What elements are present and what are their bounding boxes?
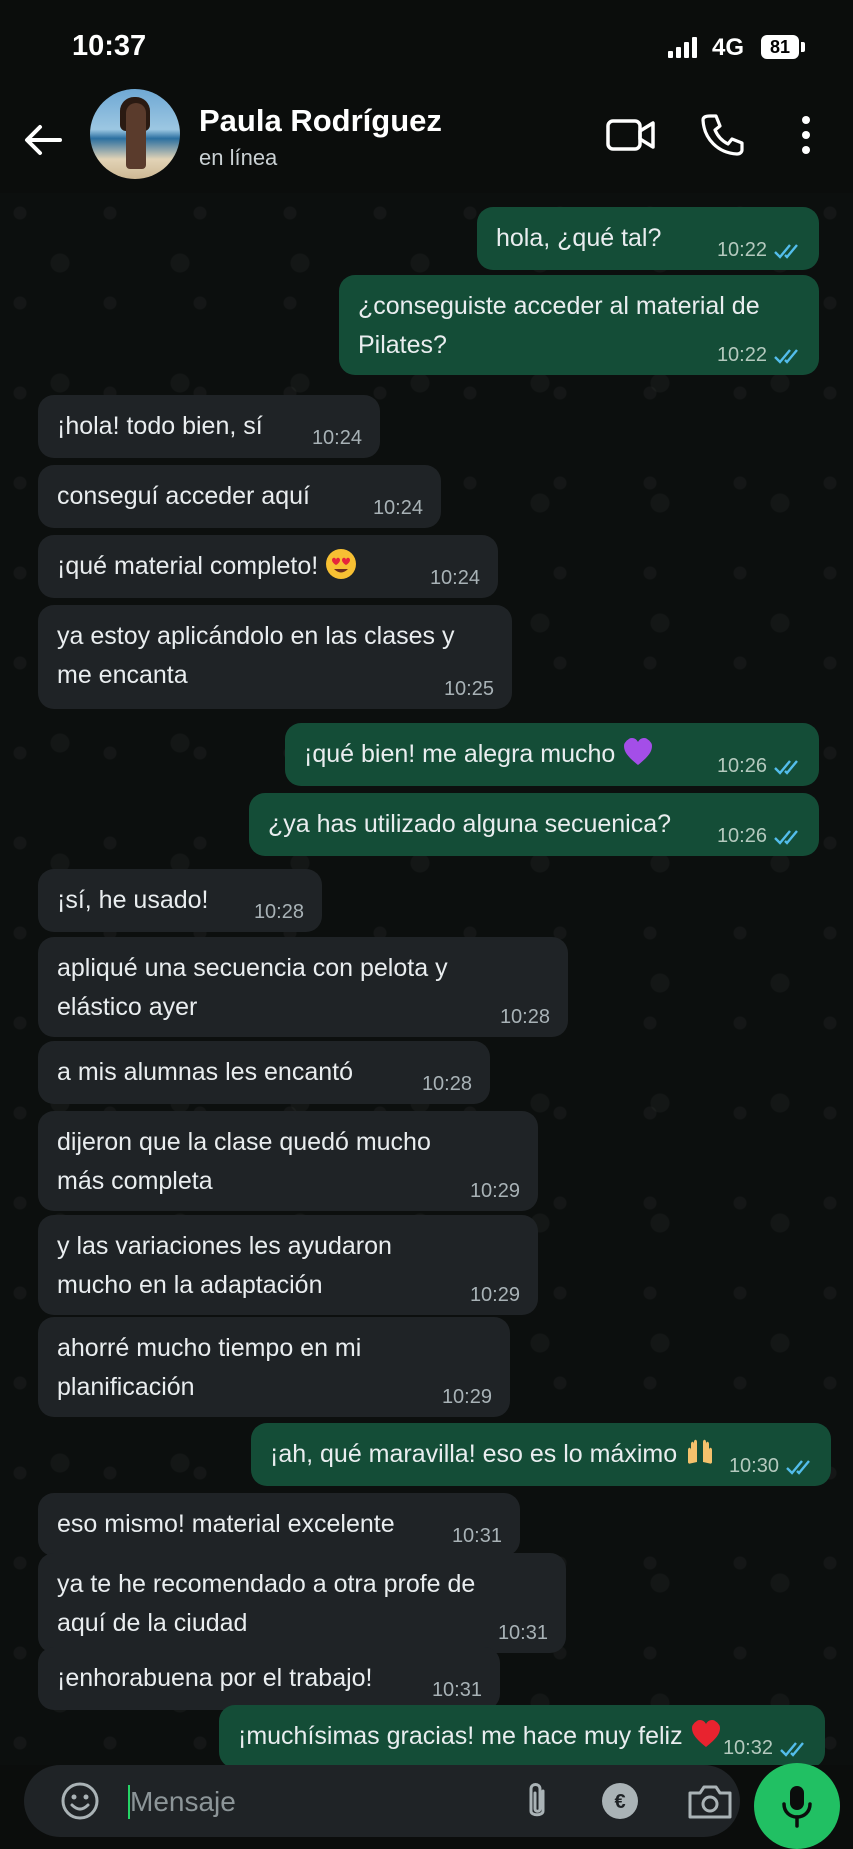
message-time: 10:22 xyxy=(716,239,767,261)
message-time: 10:29 xyxy=(441,1386,492,1408)
message-incoming[interactable]: ya estoy aplicándolo en las clases y me … xyxy=(38,605,512,709)
message-time: 10:29 xyxy=(469,1180,520,1202)
message-text: ahorré mucho tiempo en mi planificación xyxy=(57,1334,362,1401)
status-bar: 10:37 4G 81 xyxy=(0,0,853,95)
read-ticks-icon xyxy=(774,760,798,775)
avatar-figure xyxy=(126,103,146,169)
input-pill[interactable]: € xyxy=(24,1765,740,1837)
message-time: 10:22 xyxy=(716,344,767,366)
message-incoming[interactable]: a mis alumnas les encantó 10:28 xyxy=(38,1041,490,1104)
message-text: ¿conseguiste acceder al material de Pila… xyxy=(358,292,760,359)
back-arrow-icon[interactable] xyxy=(20,117,66,163)
read-ticks-icon xyxy=(786,1460,810,1475)
contact-name[interactable]: Paula Rodríguez xyxy=(199,103,442,139)
message-incoming[interactable]: ¡qué material completo! 10:24 xyxy=(38,535,498,598)
message-incoming[interactable]: conseguí acceder aquí 10:24 xyxy=(38,465,441,528)
message-incoming[interactable]: ¡enhorabuena por el trabajo! 10:31 xyxy=(38,1647,500,1710)
message-incoming[interactable]: dijeron que la clase quedó mucho más com… xyxy=(38,1111,538,1211)
message-text: conseguí acceder aquí xyxy=(57,482,310,510)
message-incoming[interactable]: eso mismo! material excelente 10:31 xyxy=(38,1493,520,1556)
message-incoming[interactable]: ¡sí, he usado! 10:28 xyxy=(38,869,322,932)
message-time: 10:25 xyxy=(443,678,494,700)
chat-area[interactable]: hola, ¿qué tal? 10:22 ¿conseguiste acced… xyxy=(0,193,853,1765)
message-text: y las variaciones les ayudaron mucho en … xyxy=(57,1232,392,1299)
message-time: 10:24 xyxy=(311,427,362,449)
read-ticks-icon xyxy=(774,349,798,364)
more-options-icon[interactable] xyxy=(786,113,826,157)
video-call-icon[interactable] xyxy=(606,115,656,155)
message-time: 10:28 xyxy=(421,1073,472,1095)
message-text: dijeron que la clase quedó mucho más com… xyxy=(57,1128,431,1195)
message-text: eso mismo! material excelente xyxy=(57,1510,395,1538)
read-ticks-icon xyxy=(780,1742,804,1757)
message-incoming[interactable]: ¡hola! todo bien, sí 10:24 xyxy=(38,395,380,458)
red-heart-emoji-icon xyxy=(691,1720,720,1747)
message-outgoing[interactable]: ¡ah, qué maravilla! eso es lo máximo 10:… xyxy=(251,1423,831,1486)
message-outgoing[interactable]: ¡muchísimas gracias! me hace muy feliz 1… xyxy=(219,1705,825,1765)
message-incoming[interactable]: ya te he recomendado a otra profe de aqu… xyxy=(38,1553,566,1653)
battery-icon: 81 xyxy=(761,35,799,59)
message-text: ya estoy aplicándolo en las clases y me … xyxy=(57,622,455,689)
purple-heart-emoji-icon xyxy=(624,738,653,765)
emoji-icon[interactable] xyxy=(60,1781,100,1821)
microphone-icon xyxy=(782,1786,812,1828)
network-type: 4G xyxy=(712,34,745,61)
payment-euro-icon[interactable]: € xyxy=(600,1781,640,1821)
message-text: ¡enhorabuena por el trabajo! xyxy=(57,1664,373,1692)
chat-header: Paula Rodríguez en línea xyxy=(0,89,853,193)
message-time: 10:32 xyxy=(722,1737,773,1759)
raising-hands-emoji-icon xyxy=(688,1439,713,1464)
message-time: 10:31 xyxy=(497,1622,548,1644)
status-time: 10:37 xyxy=(72,30,147,62)
message-outgoing[interactable]: ¿ya has utilizado alguna secuenica? 10:2… xyxy=(249,793,819,856)
message-text: ¡muchísimas gracias! me hace muy feliz xyxy=(238,1717,807,1756)
signal-icon xyxy=(668,37,697,58)
message-input[interactable] xyxy=(128,1775,502,1829)
message-time: 10:29 xyxy=(469,1284,520,1306)
message-outgoing[interactable]: hola, ¿qué tal? 10:22 xyxy=(477,207,819,270)
svg-text:€: € xyxy=(614,1791,625,1813)
message-time: 10:26 xyxy=(716,825,767,847)
heart-eyes-emoji-icon xyxy=(326,549,357,579)
contact-avatar[interactable] xyxy=(90,89,180,179)
message-time: 10:28 xyxy=(253,901,304,923)
message-text: apliqué una secuencia con pelota y elást… xyxy=(57,954,448,1021)
message-text: a mis alumnas les encantó xyxy=(57,1058,353,1086)
message-time: 10:30 xyxy=(728,1455,779,1477)
message-incoming[interactable]: apliqué una secuencia con pelota y elást… xyxy=(38,937,568,1037)
message-incoming[interactable]: ahorré mucho tiempo en mi planificación … xyxy=(38,1317,510,1417)
message-time: 10:31 xyxy=(451,1525,502,1547)
read-ticks-icon xyxy=(774,830,798,845)
message-outgoing[interactable]: ¿conseguiste acceder al material de Pila… xyxy=(339,275,819,375)
message-outgoing[interactable]: ¡qué bien! me alegra mucho 10:26 xyxy=(285,723,819,786)
message-text: ¡qué material completo! xyxy=(57,547,480,586)
message-time: 10:31 xyxy=(431,1679,482,1701)
message-time: 10:28 xyxy=(499,1006,550,1028)
message-time: 10:24 xyxy=(429,567,480,589)
contact-status: en línea xyxy=(199,145,278,170)
battery-tip xyxy=(801,42,805,52)
message-text: ya te he recomendado a otra profe de aqu… xyxy=(57,1570,476,1637)
message-time: 10:26 xyxy=(716,755,767,777)
read-ticks-icon xyxy=(774,244,798,259)
message-input-bar: € xyxy=(0,1763,853,1849)
phone-icon[interactable] xyxy=(700,112,744,156)
camera-icon[interactable] xyxy=(686,1781,734,1821)
text-caret xyxy=(128,1785,130,1819)
attach-paperclip-icon[interactable] xyxy=(520,1779,554,1823)
microphone-button[interactable] xyxy=(754,1763,840,1849)
message-time: 10:24 xyxy=(372,497,423,519)
message-incoming[interactable]: y las variaciones les ayudaron mucho en … xyxy=(38,1215,538,1315)
